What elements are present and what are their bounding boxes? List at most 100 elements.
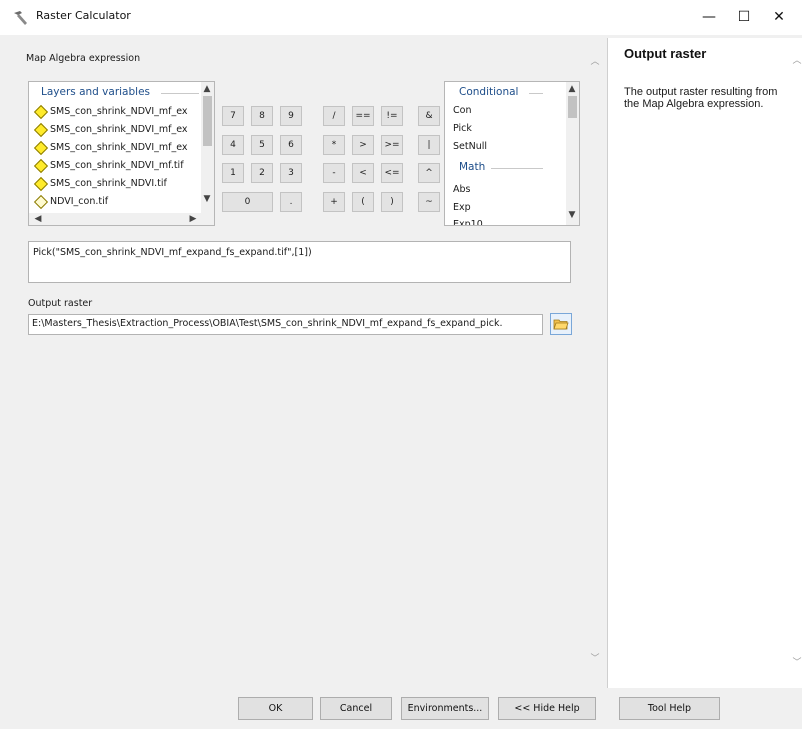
calc-key-button[interactable]: 7 xyxy=(222,106,244,126)
raster-layer-icon xyxy=(35,106,47,118)
expression-textbox[interactable]: Pick("SMS_con_shrink_NDVI_mf_expand_fs_e… xyxy=(28,241,571,283)
calc-key-button[interactable]: | xyxy=(418,135,440,155)
help-description: The output raster resulting from the Map… xyxy=(624,86,778,110)
calc-key-button[interactable]: < xyxy=(352,163,374,183)
pane-scroll-down-icon[interactable]: ﹀ xyxy=(589,654,601,664)
close-icon: ✕ xyxy=(773,9,785,25)
calc-key-button[interactable]: 0 xyxy=(222,192,273,212)
layers-horizontal-scrollbar[interactable]: ◀ ▶ xyxy=(29,213,214,225)
calc-key-button[interactable]: / xyxy=(323,106,345,126)
hide-help-button[interactable]: << Hide Help xyxy=(498,697,596,720)
header-divider xyxy=(491,168,543,169)
environments-button[interactable]: Environments... xyxy=(401,697,489,720)
math-header-row: Math xyxy=(445,161,565,175)
calc-key-button[interactable]: 8 xyxy=(251,106,273,126)
calc-key-button[interactable]: & xyxy=(418,106,440,126)
layers-listbox[interactable]: Layers and variables SMS_con_shrink_NDVI… xyxy=(28,81,215,226)
header-divider xyxy=(161,93,199,94)
help-pane: Output raster The output raster resultin… xyxy=(607,38,802,688)
maximize-icon: ☐ xyxy=(737,9,751,25)
calc-key-button[interactable]: <= xyxy=(381,163,403,183)
scroll-up-icon[interactable]: ▲ xyxy=(201,84,213,94)
tool-help-button[interactable]: Tool Help xyxy=(619,697,720,720)
calc-key-button[interactable]: 4 xyxy=(222,135,244,155)
layer-name: SMS_con_shrink_NDVI_mf.tif xyxy=(50,160,184,171)
raster-calculator-window: Raster Calculator — ☐ ✕ Map Algebra expr… xyxy=(0,0,802,729)
scroll-right-icon[interactable]: ▶ xyxy=(187,214,199,224)
raster-layer-icon xyxy=(35,160,47,172)
function-item[interactable]: Exp10 xyxy=(453,219,483,225)
scroll-thumb[interactable] xyxy=(203,96,212,146)
scroll-left-icon[interactable]: ◀ xyxy=(32,214,44,224)
calc-key-button[interactable]: . xyxy=(280,192,302,212)
calc-key-button[interactable]: ( xyxy=(352,192,374,212)
close-button[interactable]: ✕ xyxy=(756,2,802,32)
cancel-button[interactable]: Cancel xyxy=(320,697,392,720)
calc-key-button[interactable]: > xyxy=(352,135,374,155)
calc-key-button[interactable]: 6 xyxy=(280,135,302,155)
ok-button[interactable]: OK xyxy=(238,697,313,720)
layer-name: SMS_con_shrink_NDVI_mf_ex xyxy=(50,142,188,153)
conditional-header: Conditional xyxy=(459,86,519,98)
calc-key-button[interactable]: 3 xyxy=(280,163,302,183)
function-item[interactable]: Abs xyxy=(453,184,470,195)
window-title: Raster Calculator xyxy=(36,9,131,22)
output-raster-label: Output raster xyxy=(28,298,93,309)
function-item[interactable]: Con xyxy=(453,105,471,116)
layer-item[interactable]: SMS_con_shrink_NDVI_mf.tif xyxy=(35,157,184,174)
raster-layer-icon xyxy=(35,142,47,154)
calc-key-button[interactable]: 1 xyxy=(222,163,244,183)
layers-header: Layers and variables xyxy=(41,86,151,98)
calc-key-button[interactable]: >= xyxy=(381,135,403,155)
layers-vertical-scrollbar[interactable]: ▲ ▼ xyxy=(201,82,214,213)
functions-listbox[interactable]: Conditional Con Pick SetNull Math Abs Ex… xyxy=(444,81,580,226)
calc-key-button[interactable]: 9 xyxy=(280,106,302,126)
function-item[interactable]: Exp xyxy=(453,202,471,213)
calc-key-button[interactable]: 5 xyxy=(251,135,273,155)
minimize-icon: — xyxy=(702,9,716,25)
title-bar: Raster Calculator — ☐ ✕ xyxy=(0,0,802,35)
expression-label: Map Algebra expression xyxy=(26,53,141,64)
output-raster-input[interactable]: E:\Masters_Thesis\Extraction_Process\OBI… xyxy=(28,314,543,335)
hammer-icon xyxy=(14,11,27,25)
layer-item[interactable]: SMS_con_shrink_NDVI_mf_ex xyxy=(35,121,188,138)
function-item[interactable]: SetNull xyxy=(453,141,487,152)
calc-key-button[interactable]: + xyxy=(323,192,345,212)
layer-item[interactable]: NDVI_con.tif xyxy=(35,193,108,210)
calc-key-button[interactable]: != xyxy=(381,106,403,126)
layer-name: SMS_con_shrink_NDVI_mf_ex xyxy=(50,106,188,117)
calc-key-button[interactable]: ^ xyxy=(418,163,440,183)
layer-item[interactable]: SMS_con_shrink_NDVI_mf_ex xyxy=(35,103,188,120)
calc-key-button[interactable]: 2 xyxy=(251,163,273,183)
scroll-down-icon[interactable]: ▼ xyxy=(201,194,213,204)
parameters-pane: Map Algebra expression Layers and variab… xyxy=(9,38,601,668)
function-item[interactable]: Pick xyxy=(453,123,472,134)
calc-key-button[interactable]: - xyxy=(323,163,345,183)
scroll-thumb[interactable] xyxy=(568,96,577,118)
calc-key-button[interactable]: * xyxy=(323,135,345,155)
raster-layer-icon xyxy=(35,124,47,136)
layer-item[interactable]: SMS_con_shrink_NDVI.tif xyxy=(35,175,167,192)
layer-name: NDVI_con.tif xyxy=(50,196,109,207)
calc-key-button[interactable]: ) xyxy=(381,192,403,212)
browse-button[interactable] xyxy=(550,313,572,335)
scroll-down-icon[interactable]: ▼ xyxy=(566,210,578,220)
layers-header-row: Layers and variables xyxy=(29,86,214,100)
layer-name: SMS_con_shrink_NDVI.tif xyxy=(50,178,167,189)
math-header: Math xyxy=(459,161,486,173)
raster-layer-icon xyxy=(35,196,47,208)
help-title: Output raster xyxy=(624,46,707,61)
scroll-up-icon[interactable]: ▲ xyxy=(566,84,578,94)
functions-vertical-scrollbar[interactable]: ▲ ▼ xyxy=(566,82,579,225)
conditional-header-row: Conditional xyxy=(445,86,565,100)
header-divider xyxy=(529,93,543,94)
pane-scroll-up-icon[interactable]: ︿ xyxy=(589,57,601,67)
calc-key-button[interactable]: ~ xyxy=(418,192,440,212)
calc-key-button[interactable]: == xyxy=(352,106,374,126)
help-scroll-up-icon[interactable]: ︿ xyxy=(791,56,802,66)
folder-open-icon xyxy=(553,319,569,330)
help-scroll-down-icon[interactable]: ﹀ xyxy=(791,658,802,668)
layer-name: SMS_con_shrink_NDVI_mf_ex xyxy=(50,124,188,135)
raster-layer-icon xyxy=(35,178,47,190)
layer-item[interactable]: SMS_con_shrink_NDVI_mf_ex xyxy=(35,139,188,156)
